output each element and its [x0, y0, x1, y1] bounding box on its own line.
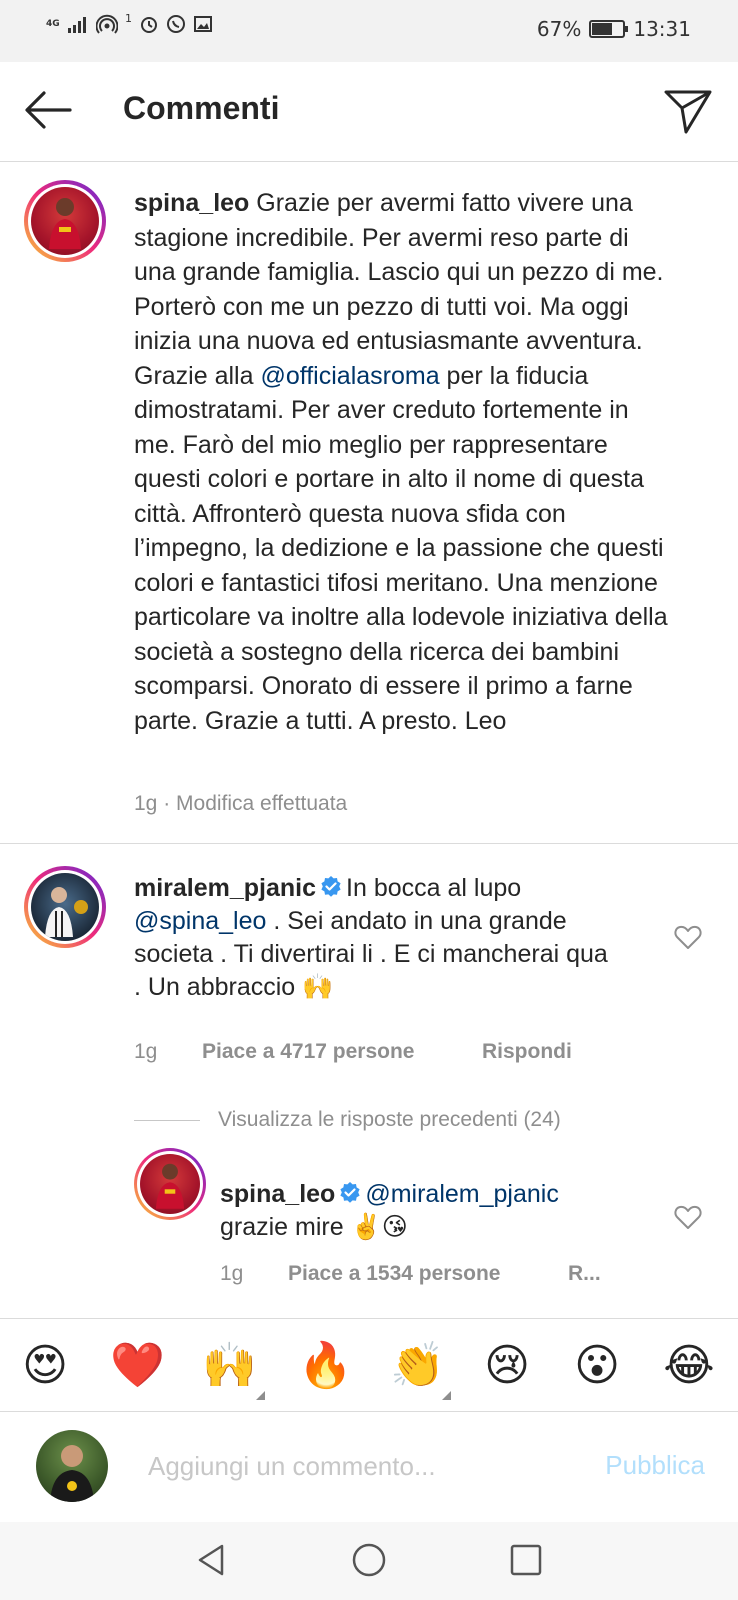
reply-mention[interactable]: @miralem_pjanic [365, 1180, 559, 1208]
battery-icon [589, 20, 629, 38]
emoji-quick-bar: 😍 ❤️ 🙌 🔥 👏 😢 😮 😂 [0, 1318, 738, 1412]
emoji-raised-hands[interactable]: 🙌 [202, 1339, 257, 1393]
reply-time: 1g [220, 1262, 244, 1285]
reply-avatar-ring[interactable] [134, 1148, 206, 1220]
emoji-fire[interactable]: 🔥 [298, 1339, 353, 1393]
user-avatar[interactable] [36, 1430, 108, 1502]
comment-likes[interactable]: Piace a 4717 persone [202, 1040, 414, 1064]
back-arrow-icon[interactable] [22, 84, 74, 136]
battery-level [592, 23, 613, 35]
signal-icon [68, 17, 86, 33]
status-left: 4G 1 [46, 11, 213, 34]
verified-badge-icon [340, 1182, 360, 1203]
verified-badge-icon [321, 876, 341, 897]
like-heart-icon[interactable] [674, 924, 702, 950]
emoji-surprised[interactable]: 😮 [570, 1339, 624, 1393]
status-bar: 4G 1 67% 13:31 [0, 0, 738, 62]
emoji-heart-eyes[interactable]: 😍 [18, 1339, 72, 1393]
network-type: 4G [46, 18, 60, 29]
like-heart-icon[interactable] [674, 1204, 702, 1230]
emoji-clapping[interactable]: 👏 [390, 1339, 445, 1393]
caption-meta: 1g · Modifica effettuata [134, 792, 348, 815]
whatsapp-icon [167, 15, 185, 33]
divider [0, 843, 738, 844]
reply-likes[interactable]: Piace a 1534 persone [288, 1262, 500, 1286]
reply-username[interactable]: spina_leo [220, 1180, 335, 1208]
emoji-red-heart[interactable]: ❤️ [110, 1339, 165, 1393]
publish-button[interactable]: Pubblica [605, 1450, 705, 1481]
comment-text: miralem_pjanic In bocca al lupo @spina_le… [134, 872, 614, 1004]
comments-header: Commenti [0, 62, 738, 162]
avatar [31, 187, 99, 255]
signal-sub: 1 [125, 11, 132, 25]
comment-input[interactable] [148, 1446, 548, 1486]
player-silhouette-icon [155, 1163, 185, 1209]
skin-tone-indicator-icon [442, 1391, 451, 1400]
alarm-icon [141, 17, 157, 33]
page-title: Commenti [123, 90, 280, 126]
caption-body-end: per la fiducia dimostra­tami. Per aver c… [134, 361, 668, 735]
emoji-tears-of-joy[interactable]: 😂 [662, 1339, 716, 1393]
view-previous-replies[interactable]: Visualizza le risposte precedenti (24) [134, 1108, 561, 1132]
emoji-crying[interactable]: 😢 [480, 1339, 534, 1393]
player-photo-icon [45, 887, 88, 937]
caption-text: spina_leo Grazie per avermi fatto vivere… [134, 186, 674, 738]
caption-username[interactable]: spina_leo [134, 189, 249, 217]
nav-home-icon[interactable] [349, 1540, 389, 1580]
caption-mention[interactable]: @officialasroma [260, 362, 439, 390]
reply-body: grazie mire ✌️😘 [220, 1213, 408, 1241]
caption-body-start: Grazie per avermi fatto vivere una stagi… [134, 189, 664, 390]
direct-send-icon[interactable] [662, 84, 714, 136]
view-replies-label[interactable]: Visualizza le risposte precedenti (24) [218, 1108, 561, 1132]
replies-line [134, 1119, 200, 1121]
comment-reply-button[interactable]: Rispondi [482, 1040, 572, 1064]
battery-percent: 67% [536, 17, 582, 41]
avatar [140, 1154, 200, 1214]
comment-avatar-ring[interactable] [24, 866, 106, 948]
nav-back-icon[interactable] [192, 1540, 232, 1580]
caption-avatar-ring[interactable] [24, 180, 106, 262]
nav-recents-icon[interactable] [506, 1540, 546, 1580]
reply-text: spina_leo @miralem_pjanic grazie mire ✌️😘 [220, 1178, 630, 1244]
hotspot-icon [96, 14, 118, 34]
skin-tone-indicator-icon [256, 1391, 265, 1400]
comment-composer: Pubblica [0, 1412, 738, 1522]
reply-reply-button[interactable]: R... [568, 1262, 601, 1286]
status-right: 67% 13:31 [537, 17, 691, 41]
gallery-icon [194, 16, 212, 32]
android-navigation-bar [0, 1522, 738, 1600]
comment-body-start: In bocca al lupo [346, 874, 522, 902]
comment-mention[interactable]: @spina_leo [134, 907, 266, 935]
player-silhouette-icon [49, 198, 81, 249]
clock: 13:31 [633, 17, 691, 41]
avatar [31, 873, 99, 941]
comment-time: 1g [134, 1040, 158, 1063]
user-photo-icon [50, 1445, 94, 1502]
comment-username[interactable]: miralem_pjanic [134, 874, 316, 902]
